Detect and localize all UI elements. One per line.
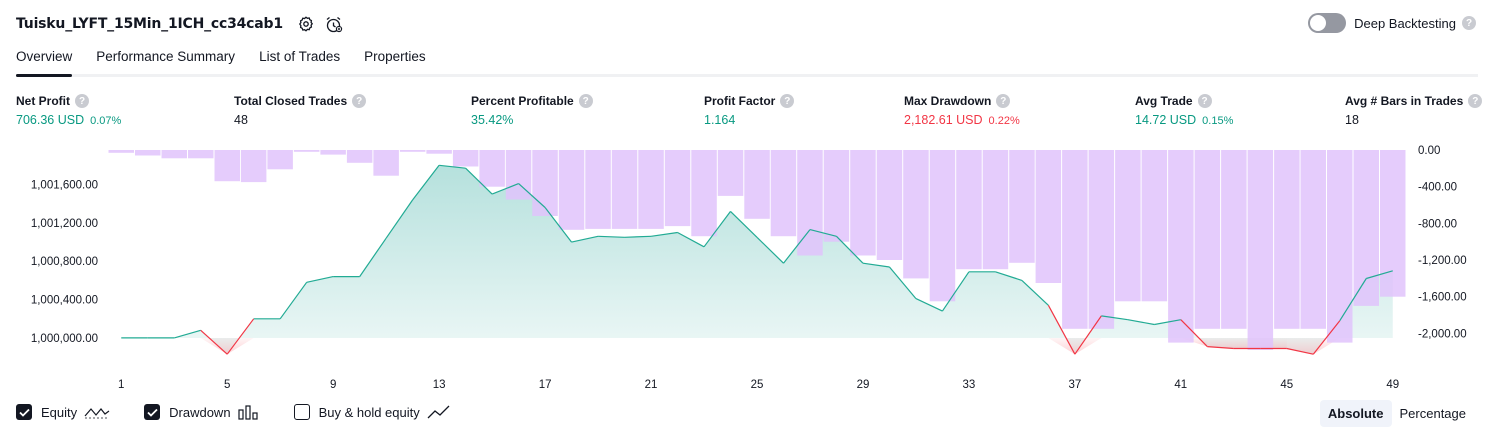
below-start-fill bbox=[227, 337, 254, 355]
drawdown-bar bbox=[1168, 150, 1194, 343]
drawdown-bar bbox=[1221, 150, 1247, 329]
trend-line-icon bbox=[427, 404, 451, 420]
drawdown-bar bbox=[1009, 150, 1035, 263]
drawdown-bar bbox=[1115, 150, 1141, 302]
legend-drawdown[interactable]: Drawdown bbox=[144, 404, 259, 420]
drawdown-bar bbox=[956, 150, 982, 270]
drawdown-bar bbox=[823, 150, 850, 242]
drawdown-bar bbox=[850, 150, 876, 256]
drawdown-bar bbox=[373, 150, 399, 176]
x-axis-tick-label: 25 bbox=[751, 379, 764, 391]
drawdown-bar bbox=[320, 150, 346, 155]
drawdown-bar bbox=[691, 150, 717, 237]
drawdown-bar bbox=[346, 150, 373, 163]
x-axis-tick-label: 5 bbox=[224, 379, 230, 391]
drawdown-bar bbox=[903, 150, 929, 279]
drawdown-checkbox[interactable] bbox=[144, 404, 161, 420]
x-axis-tick-label: 33 bbox=[963, 379, 976, 391]
drawdown-bar bbox=[982, 150, 1009, 270]
legend-equity[interactable]: Equity bbox=[16, 404, 110, 420]
equity-drawdown-chart[interactable]: 1,001,600.00 1,001,200.00 1,000,800.00 1,00… bbox=[0, 0, 1494, 400]
drawdown-bar bbox=[717, 150, 744, 196]
buy-hold-checkbox[interactable] bbox=[293, 404, 310, 420]
left-axis-tick-label: 1,000,000.00 bbox=[31, 333, 98, 345]
legend-label: Buy & hold equity bbox=[318, 404, 420, 420]
drawdown-bar bbox=[161, 150, 187, 159]
x-axis-tick-label: 13 bbox=[433, 379, 446, 391]
drawdown-bar bbox=[1141, 150, 1168, 302]
x-axis-tick-label: 49 bbox=[1386, 379, 1399, 391]
drawdown-bar bbox=[1247, 150, 1274, 350]
bars-icon bbox=[237, 404, 260, 420]
drawdown-bar bbox=[876, 150, 903, 260]
below-start-fill bbox=[1074, 337, 1102, 355]
equity-line-icon bbox=[84, 404, 110, 420]
drawdown-bar bbox=[1353, 150, 1379, 306]
left-axis-tick-label: 1,001,600.00 bbox=[31, 180, 98, 192]
left-axis-tick-label: 1,000,400.00 bbox=[31, 295, 98, 307]
drawdown-bar bbox=[1300, 150, 1326, 329]
legend-buy-hold[interactable]: Buy & hold equity bbox=[293, 404, 451, 420]
drawdown-bar bbox=[744, 150, 770, 219]
x-axis-tick-label: 45 bbox=[1280, 379, 1293, 391]
drawdown-bar bbox=[929, 150, 956, 302]
value-mode-toggle: Absolute Percentage bbox=[1319, 400, 1475, 427]
drawdown-bar bbox=[240, 150, 267, 183]
x-axis-tick-label: 17 bbox=[539, 379, 552, 391]
legend-label: Drawdown bbox=[169, 404, 231, 420]
right-axis-tick-label: -800.00 bbox=[1418, 218, 1457, 230]
chart-legend: Equity Drawdown Buy & hold equity bbox=[16, 404, 485, 420]
x-axis-tick-label: 9 bbox=[330, 379, 336, 391]
right-axis-tick-label: -400.00 bbox=[1418, 182, 1457, 194]
drawdown-bar bbox=[426, 150, 452, 154]
below-start-fill bbox=[200, 337, 228, 355]
drawdown-bar bbox=[1327, 150, 1353, 343]
drawdown-bar bbox=[585, 150, 611, 229]
x-axis-tick-label: 41 bbox=[1174, 379, 1187, 391]
drawdown-bar bbox=[611, 150, 638, 229]
drawdown-bar bbox=[267, 150, 293, 170]
drawdown-bar bbox=[293, 150, 320, 152]
drawdown-bar bbox=[452, 150, 479, 167]
drawdown-bar bbox=[135, 150, 161, 156]
drawdown-bar bbox=[1274, 150, 1300, 329]
x-axis-tick-label: 21 bbox=[645, 379, 658, 391]
x-axis-tick-label: 1 bbox=[118, 379, 124, 391]
x-axis-tick-label: 37 bbox=[1069, 379, 1082, 391]
drawdown-bar bbox=[638, 150, 664, 229]
right-axis-tick-label: 0.00 bbox=[1418, 145, 1440, 157]
right-axis-tick-label: -1,200.00 bbox=[1418, 255, 1467, 267]
drawdown-bar bbox=[399, 150, 426, 152]
drawdown-bar bbox=[108, 150, 134, 153]
drawdown-bar bbox=[1035, 150, 1062, 283]
drawdown-bar bbox=[797, 150, 823, 256]
percentage-button[interactable]: Percentage bbox=[1392, 400, 1475, 427]
drawdown-bar bbox=[479, 150, 505, 187]
absolute-button[interactable]: Absolute bbox=[1319, 400, 1392, 427]
drawdown-bar bbox=[532, 150, 558, 216]
drawdown-bar bbox=[1194, 150, 1221, 329]
left-axis-tick-label: 1,000,800.00 bbox=[31, 256, 98, 268]
drawdown-bar bbox=[214, 150, 240, 182]
right-axis-tick-label: -1,600.00 bbox=[1418, 292, 1467, 304]
equity-checkbox[interactable] bbox=[16, 404, 32, 420]
left-axis-tick-label: 1,001,200.00 bbox=[31, 218, 98, 230]
legend-label: Equity bbox=[41, 404, 78, 420]
drawdown-bar bbox=[558, 150, 585, 230]
drawdown-bar bbox=[770, 150, 797, 237]
x-axis-tick-label: 29 bbox=[857, 379, 870, 391]
drawdown-bar bbox=[1062, 150, 1088, 329]
drawdown-bar bbox=[1088, 150, 1115, 329]
right-axis-tick-label: -2,000.00 bbox=[1418, 328, 1467, 340]
drawdown-bar bbox=[188, 150, 214, 159]
drawdown-bar bbox=[1380, 150, 1406, 297]
drawdown-bar bbox=[664, 150, 691, 227]
